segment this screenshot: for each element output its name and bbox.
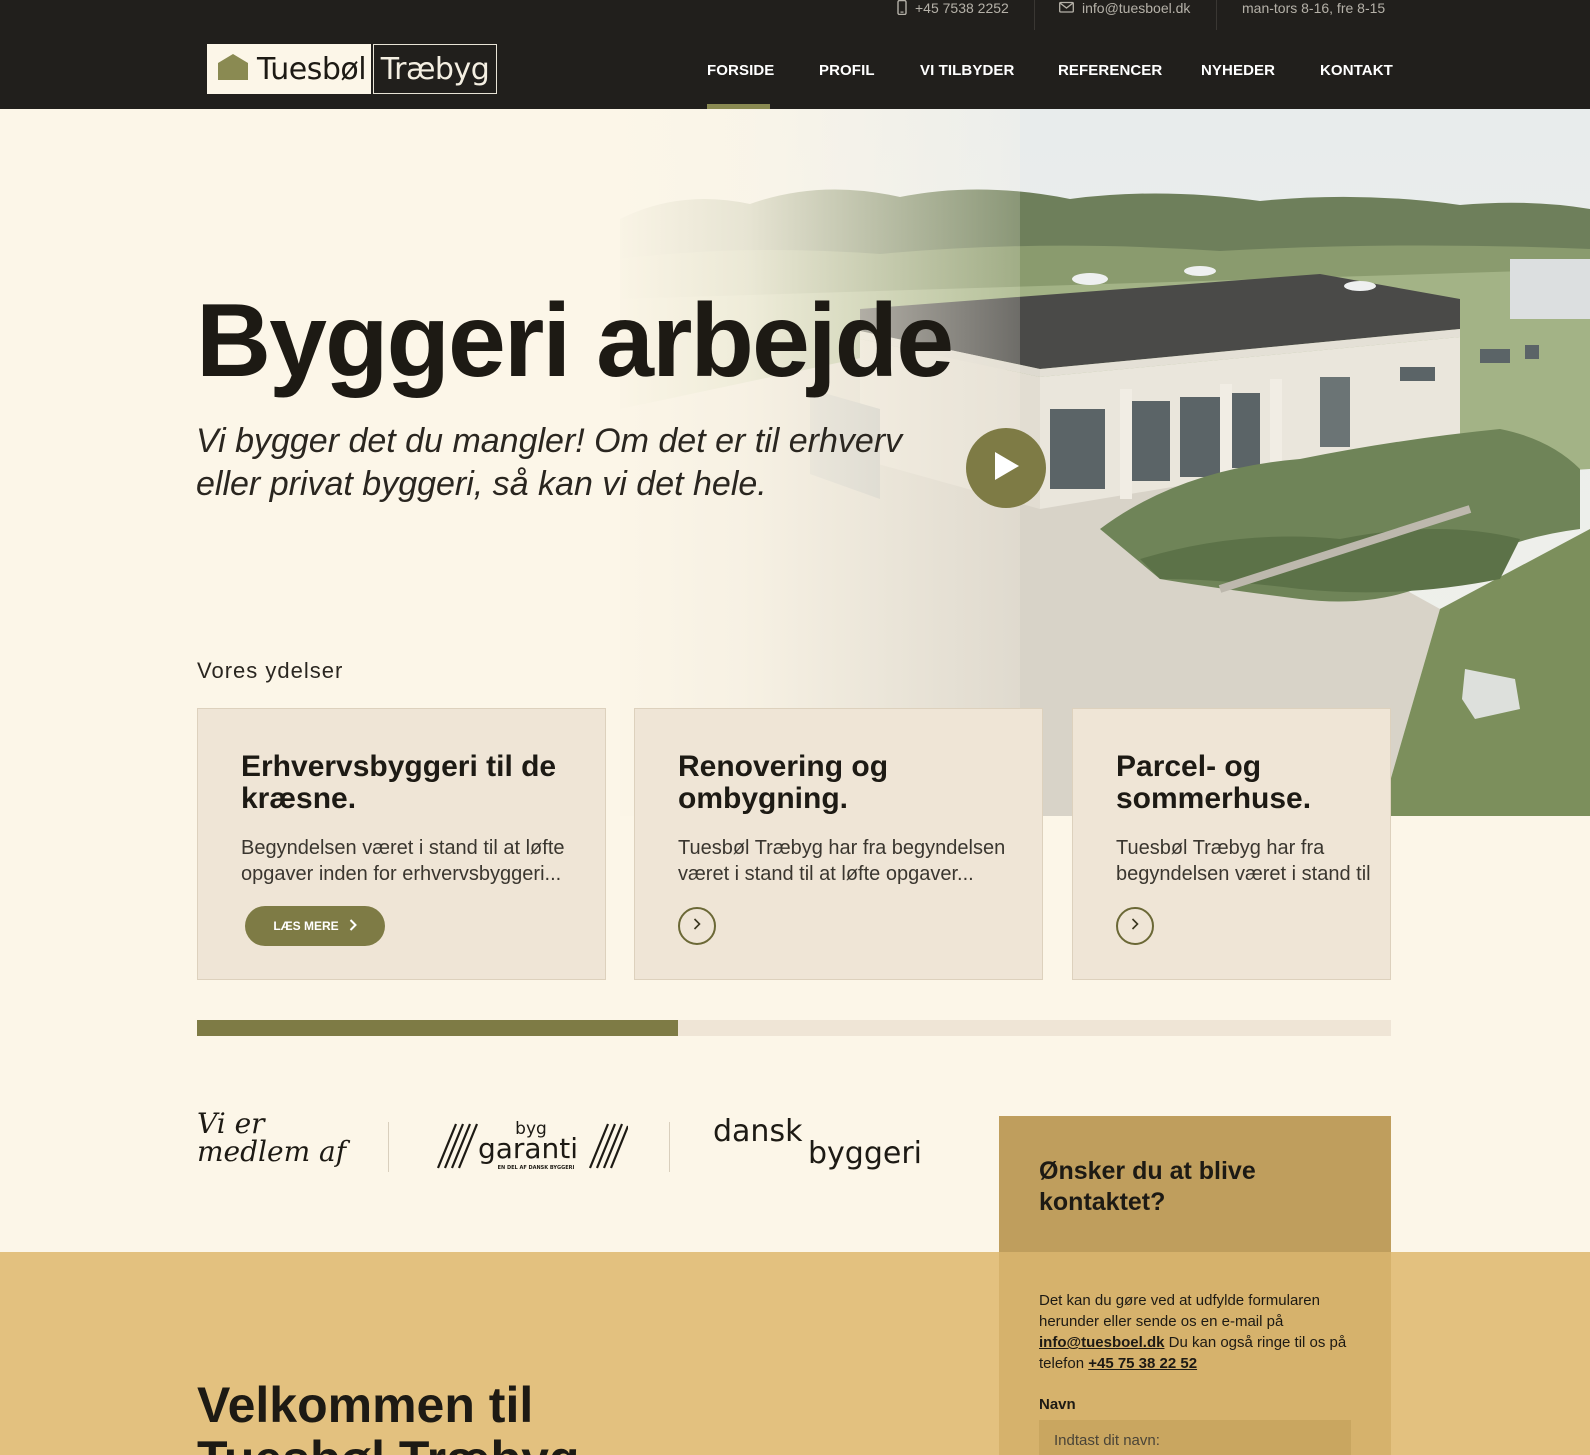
logo-text-right: Træbyg (380, 51, 490, 87)
mail-icon (1059, 0, 1074, 16)
dansk-text: dansk (713, 1117, 803, 1149)
nav-profil[interactable]: PROFIL (819, 62, 875, 79)
service-card[interactable]: Erhvervsbyggeri til de kræsne. Begyndels… (197, 708, 606, 980)
read-more-button[interactable]: LÆS MERE (245, 906, 385, 946)
name-input[interactable] (1039, 1420, 1351, 1455)
hours-text: man-tors 8-16, fre 8-15 (1242, 0, 1386, 16)
divider (669, 1122, 670, 1172)
service-card-text: Tuesbøl Træbyg har fra begyndelsen været… (678, 837, 1006, 885)
hero-title: Byggeri arbejde (196, 283, 954, 399)
nav-vi-tilbyder[interactable]: VI TILBYDER (920, 62, 1014, 79)
nav-nyheder[interactable]: NYHEDER (1201, 62, 1275, 79)
play-icon (991, 450, 1021, 487)
contact-title: Ønsker du at blive kontaktet? (1039, 1157, 1256, 1216)
nav-referencer[interactable]: REFERENCER (1058, 62, 1162, 79)
video-play-button[interactable] (966, 428, 1046, 508)
carousel-progress-fill (197, 1020, 679, 1036)
chevron-right-icon (349, 918, 357, 934)
divider (1216, 0, 1217, 30)
contact-box-header: Ønsker du at blive kontaktet? (999, 1116, 1391, 1252)
contact-phone-link[interactable]: +45 75 38 22 52 (1088, 1355, 1197, 1372)
logo-left: Tuesbøl (207, 44, 371, 94)
phone-icon (897, 0, 907, 18)
service-card-title: Renovering og ombygning. (678, 750, 889, 815)
byggeri-text: byggeri (808, 1136, 922, 1171)
topbar-phone[interactable]: +45 7538 2252 (897, 0, 1009, 30)
service-card-title: Parcel- og sommerhuse. (1116, 750, 1312, 815)
service-card-title: Erhvervsbyggeri til de kræsne. (241, 750, 557, 815)
divider (388, 1122, 389, 1172)
card-arrow-button[interactable] (1116, 907, 1154, 945)
nav-forside[interactable]: FORSIDE (707, 62, 774, 79)
service-card[interactable]: Parcel- og sommerhuse. Tuesbøl Træbyg ha… (1072, 708, 1391, 980)
logo-right: Træbyg (373, 44, 497, 94)
divider (1034, 0, 1035, 30)
chevron-right-icon (1131, 917, 1139, 935)
top-info-bar: +45 7538 2252 info@tuesboel.dk man-tors … (0, 0, 1590, 30)
contact-text-before: Det kan du gøre ved at udfylde formulare… (1039, 1292, 1320, 1330)
hero-subtitle: Vi bygger det du mangler! Om det er til … (196, 422, 903, 503)
welcome-line-1: Velkommen til (197, 1377, 534, 1433)
carousel-progress-bar[interactable] (197, 1020, 1391, 1036)
byggaranti-logo[interactable]: byg garanti EN DEL AF DANSK BYGGERI (428, 1118, 630, 1179)
topbar-email[interactable]: info@tuesboel.dk (1059, 0, 1190, 30)
contact-form: Det kan du gøre ved at udfylde formulare… (999, 1252, 1391, 1455)
read-more-label: LÆS MERE (273, 919, 339, 933)
byggaranti-sub-text: EN DEL AF DANSK BYGGERI (498, 1165, 575, 1171)
name-label: Navn (1039, 1396, 1076, 1413)
contact-description: Det kan du gøre ved at udfylde formulare… (1039, 1290, 1359, 1374)
topbar-hours: man-tors 8-16, fre 8-15 (1242, 0, 1385, 30)
service-card-text: Tuesbøl Træbyg har fra begyndelsen været… (1116, 837, 1371, 885)
member-label: Vi er medlem af (197, 1107, 347, 1168)
main-header: Tuesbøl Træbyg FORSIDE PROFIL VI TILBYDE… (0, 30, 1590, 109)
site-logo[interactable]: Tuesbøl Træbyg (207, 44, 497, 94)
welcome-line-2: Tuesbøl Træbyg (197, 1431, 579, 1455)
phone-text: +45 7538 2252 (915, 0, 1009, 16)
service-card[interactable]: Renovering og ombygning. Tuesbøl Træbyg … (634, 708, 1043, 980)
service-card-text: Begyndelsen været i stand til at løfte o… (241, 837, 565, 885)
house-icon (217, 53, 249, 86)
services-heading: Vores ydelser (197, 658, 344, 683)
logo-text-left: Tuesbøl (257, 51, 367, 87)
welcome-title: Velkommen til Tuesbøl Træbyg (197, 1378, 579, 1455)
contact-email-link[interactable]: info@tuesboel.dk (1039, 1334, 1164, 1351)
dansk-byggeri-logo[interactable]: dansk byggeri (713, 1114, 933, 1178)
email-text: info@tuesboel.dk (1082, 0, 1191, 16)
nav-kontakt[interactable]: KONTAKT (1320, 62, 1393, 79)
chevron-right-icon (693, 917, 701, 935)
byggaranti-main-text: garanti (478, 1132, 578, 1165)
card-arrow-button[interactable] (678, 907, 716, 945)
